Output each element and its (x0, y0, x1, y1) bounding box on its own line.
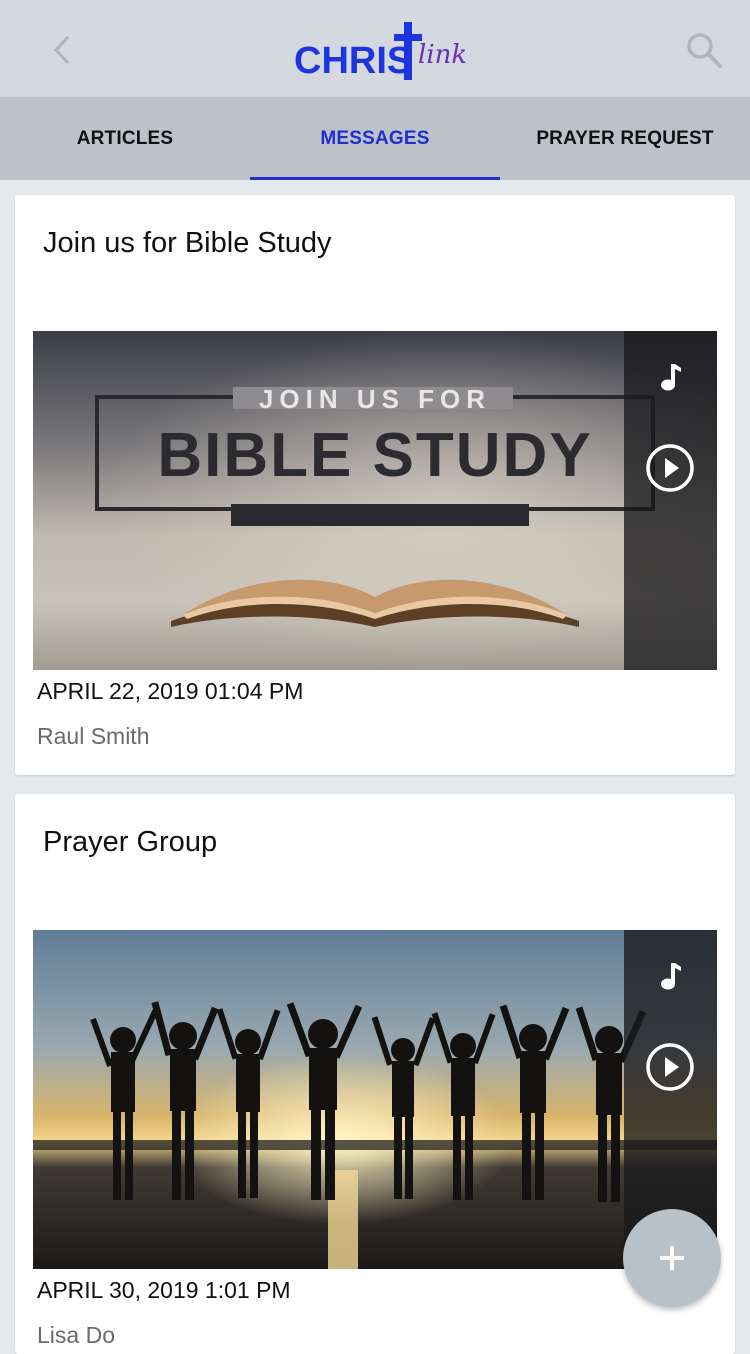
prayer-group-image (33, 930, 717, 1269)
tab-prayer-request[interactable]: PRAYER REQUEST (500, 98, 750, 180)
search-icon (687, 33, 722, 68)
tab-articles[interactable]: ARTICLES (0, 98, 250, 180)
message-card[interactable]: Join us for Bible Study JOIN US FOR BIBL… (15, 195, 735, 775)
audio-button[interactable] (653, 359, 687, 395)
post-date: APRIL 30, 2019 1:01 PM (37, 1277, 291, 1303)
media-controls-panel (624, 331, 717, 670)
bible-study-image: JOIN US FOR BIBLE STUDY (33, 331, 717, 670)
image-text-top: JOIN US FOR (259, 384, 491, 414)
play-circle-icon (646, 444, 694, 492)
card-title: Prayer Group (43, 826, 218, 858)
audio-button[interactable] (653, 958, 687, 994)
search-button[interactable] (682, 28, 726, 72)
play-circle-icon (646, 1043, 694, 1091)
app-logo: CHRIS link (294, 20, 494, 84)
post-date: APRIL 22, 2019 01:04 PM (37, 678, 304, 704)
logo-script-text: link (418, 40, 468, 70)
card-title: Join us for Bible Study (43, 227, 332, 259)
plus-icon (660, 1246, 684, 1270)
image-text-main: BIBLE STUDY (157, 421, 592, 490)
card-image (33, 930, 717, 1269)
music-note-icon (661, 963, 681, 990)
post-author: Raul Smith (37, 723, 150, 749)
music-note-icon (661, 364, 681, 391)
app-bar: CHRIS link (0, 0, 750, 98)
play-button[interactable] (645, 1042, 695, 1092)
tab-bar: ARTICLES MESSAGES PRAYER REQUEST (0, 98, 750, 180)
play-button[interactable] (645, 443, 695, 493)
chevron-left-icon (53, 35, 70, 65)
back-button[interactable] (40, 28, 84, 72)
post-author: Lisa Do (37, 1322, 115, 1348)
tab-messages[interactable]: MESSAGES (250, 98, 500, 180)
card-image: JOIN US FOR BIBLE STUDY (33, 331, 717, 670)
add-fab-button[interactable] (623, 1209, 721, 1307)
